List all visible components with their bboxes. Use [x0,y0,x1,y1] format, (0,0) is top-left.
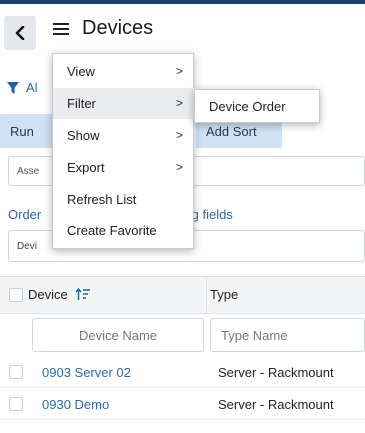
column-header-label: Type [210,287,239,302]
device-type: Server - Rackmount [218,365,334,380]
menu-item-label: Export [67,160,105,175]
device-link[interactable]: 0903 Server 02 [42,365,131,380]
device-name-filter-input[interactable]: Device Name [32,318,204,352]
row-checkbox[interactable] [9,365,23,379]
menu-item-refresh-list[interactable]: Refresh List [53,184,195,215]
filter-submenu[interactable]: Device Order [194,89,320,123]
back-button[interactable] [4,16,36,50]
page-title: Devices [82,17,154,39]
filter-selector[interactable]: Al [6,80,38,95]
menu-item-view[interactable]: View > [53,56,195,87]
menu-item-filter[interactable]: Filter > [53,88,195,119]
column-filter-row: Device Name Type Name [0,314,365,356]
menu-item-label: Filter [67,96,96,111]
table-row[interactable]: 0903 Server 02 Server - Rackmount [0,356,365,388]
row-checkbox[interactable] [9,397,23,411]
menu-item-label: Refresh List [67,192,137,207]
chevron-left-icon [15,26,25,40]
device-type: Server - Rackmount [218,397,334,412]
column-header-label: Device [28,287,68,302]
menu-item-export[interactable]: Export > [53,152,195,183]
filter-label: Al [26,80,38,95]
column-header-type[interactable]: Type [210,286,238,304]
devices-table: Device Type Device Name Type Name 0903 S… [0,276,365,420]
table-row[interactable]: 0930 Demo Server - Rackmount [0,388,365,420]
chevron-right-icon: > [175,128,183,142]
app-header: Devices [0,4,365,56]
column-separator [206,277,207,313]
chevron-right-icon: > [175,64,183,78]
funnel-icon [7,81,19,94]
type-name-filter-input[interactable]: Type Name [210,318,365,352]
hamburger-dropdown-menu: View > Filter > Show > Export > Refresh … [52,53,195,249]
menu-item-create-favorite[interactable]: Create Favorite [53,215,195,246]
column-header-device[interactable]: Device [28,286,91,304]
sort-ascending-icon [75,288,91,301]
menu-item-show[interactable]: Show > [53,120,195,151]
menu-item-label: View [67,64,95,79]
menu-item-label: Create Favorite [67,223,157,238]
menu-item-label: Show [67,128,100,143]
submenu-item-device-order[interactable]: Device Order [209,99,286,114]
order-link[interactable]: Order [8,207,41,222]
select-all-checkbox[interactable] [9,288,23,302]
hamburger-icon [52,23,70,35]
chevron-right-icon: > [175,96,183,110]
hamburger-menu-button[interactable] [52,20,70,38]
table-header: Device Type [0,276,365,314]
chevron-right-icon: > [175,160,183,174]
device-link[interactable]: 0930 Demo [42,397,109,412]
